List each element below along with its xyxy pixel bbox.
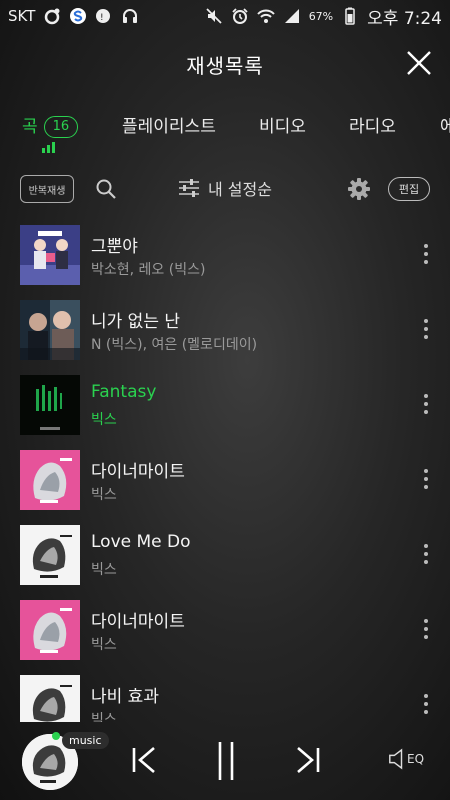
- wifi-icon: [256, 7, 275, 25]
- repeat-label: 반복재생: [28, 185, 66, 197]
- cloud-icon: !: [95, 7, 113, 25]
- song-artist: 빅스: [91, 637, 117, 653]
- alarm-icon: [231, 7, 249, 25]
- player-bar: music EQ: [0, 724, 450, 800]
- song-row[interactable]: 그뿐야 박소현, 레오 (빅스): [0, 222, 450, 297]
- sort-label: 내 설정순: [208, 180, 272, 199]
- tab-playlist[interactable]: 플레이리스트: [122, 112, 216, 137]
- close-button[interactable]: [404, 48, 434, 78]
- previous-icon: [132, 747, 155, 773]
- page-title: 재생목록: [186, 54, 264, 78]
- tab-label: 에: [440, 117, 450, 137]
- song-artist: 빅스: [91, 712, 117, 722]
- album-art: [20, 300, 80, 360]
- song-title: 니가 없는 난: [91, 312, 181, 332]
- more-options-button[interactable]: [416, 317, 436, 341]
- song-title: Fantasy: [91, 382, 157, 402]
- status-bar: SKT ! 67% 오후 7:24: [0, 0, 450, 32]
- tab-video[interactable]: 비디오: [259, 112, 306, 137]
- pause-button[interactable]: [206, 738, 246, 782]
- battery-percent: 67%: [308, 9, 334, 23]
- sort-button[interactable]: 내 설정순: [178, 176, 272, 200]
- settings-button[interactable]: [347, 177, 371, 201]
- song-count-badge: 16: [43, 116, 79, 138]
- album-art: [20, 450, 80, 510]
- song-row[interactable]: 나비 효과 빅스: [0, 672, 450, 722]
- song-artist: N (빅스), 여은 (멜로디데이): [91, 337, 258, 353]
- song-artist: 빅스: [91, 487, 117, 503]
- header: 재생목록: [0, 40, 450, 88]
- edit-button[interactable]: 편집: [388, 177, 430, 201]
- tab-label: 플레이리스트: [122, 117, 216, 137]
- previous-button[interactable]: [124, 738, 164, 782]
- search-button[interactable]: [94, 177, 118, 201]
- pause-icon: [218, 742, 234, 780]
- album-art: [20, 525, 80, 585]
- edit-label: 편집: [398, 183, 420, 196]
- close-icon: [407, 51, 431, 75]
- song-title: 다이너마이트: [91, 612, 185, 632]
- more-options-button[interactable]: [416, 542, 436, 566]
- song-row-now-playing[interactable]: Fantasy 빅스: [0, 372, 450, 447]
- repeat-button[interactable]: 반복재생: [20, 175, 74, 203]
- song-artist: 빅스: [91, 562, 117, 578]
- battery-icon: [341, 7, 359, 25]
- song-row[interactable]: 다이너마이트 빅스: [0, 447, 450, 522]
- album-art: [20, 375, 80, 435]
- list-toolbar: 반복재생 내 설정순 편집: [0, 172, 450, 206]
- song-list: 그뿐야 박소현, 레오 (빅스) 니가 없는 난 N (빅스), 여은 (멜로디…: [0, 222, 450, 722]
- more-options-button[interactable]: [416, 467, 436, 491]
- tab-radio[interactable]: 라디오: [349, 112, 396, 137]
- speaker-icon: [389, 748, 403, 770]
- song-artist: 빅스: [91, 412, 117, 428]
- tab-bar: 곡 16 플레이리스트 비디오 라디오 에: [0, 108, 450, 156]
- more-options-button[interactable]: [416, 392, 436, 416]
- song-title: Love Me Do: [91, 532, 191, 552]
- song-row[interactable]: 다이너마이트 빅스: [0, 597, 450, 672]
- equalizer-button[interactable]: EQ: [388, 746, 430, 772]
- app-s-icon: [69, 7, 87, 25]
- more-options-button[interactable]: [416, 617, 436, 641]
- tab-songs[interactable]: 곡 16: [22, 112, 79, 138]
- next-icon: [297, 747, 320, 773]
- tab-label: 곡: [22, 117, 38, 137]
- more-options-button[interactable]: [416, 692, 436, 716]
- album-art: [20, 600, 80, 660]
- signal-icon: [283, 7, 301, 25]
- song-row[interactable]: Love Me Do 빅스: [0, 522, 450, 597]
- more-options-button[interactable]: [416, 242, 436, 266]
- mute-icon: [205, 7, 223, 25]
- clock: 오후 7:24: [367, 8, 442, 29]
- notification-o-icon: [43, 7, 61, 25]
- music-tag: music: [62, 732, 109, 749]
- tab-label: 비디오: [259, 117, 306, 137]
- eq-label: EQ: [407, 752, 425, 766]
- carrier-label: SKT: [8, 7, 36, 25]
- sliders-icon: [179, 179, 199, 197]
- next-button[interactable]: [288, 738, 328, 782]
- status-dot: [52, 732, 60, 740]
- album-art: [20, 675, 80, 722]
- song-title: 다이너마이트: [91, 462, 185, 482]
- tab-more[interactable]: 에: [440, 112, 450, 137]
- now-playing-bars-icon: [42, 142, 55, 153]
- song-title: 나비 효과: [91, 687, 159, 707]
- headphones-icon: [121, 7, 139, 25]
- song-row[interactable]: 니가 없는 난 N (빅스), 여은 (멜로디데이): [0, 297, 450, 372]
- song-artist: 박소현, 레오 (빅스): [91, 262, 206, 278]
- search-icon: [96, 179, 116, 199]
- gear-icon: [348, 178, 370, 200]
- album-art: [20, 225, 80, 285]
- song-title: 그뿐야: [91, 237, 138, 257]
- svg-text:!: !: [100, 13, 104, 23]
- tab-label: 라디오: [349, 117, 396, 137]
